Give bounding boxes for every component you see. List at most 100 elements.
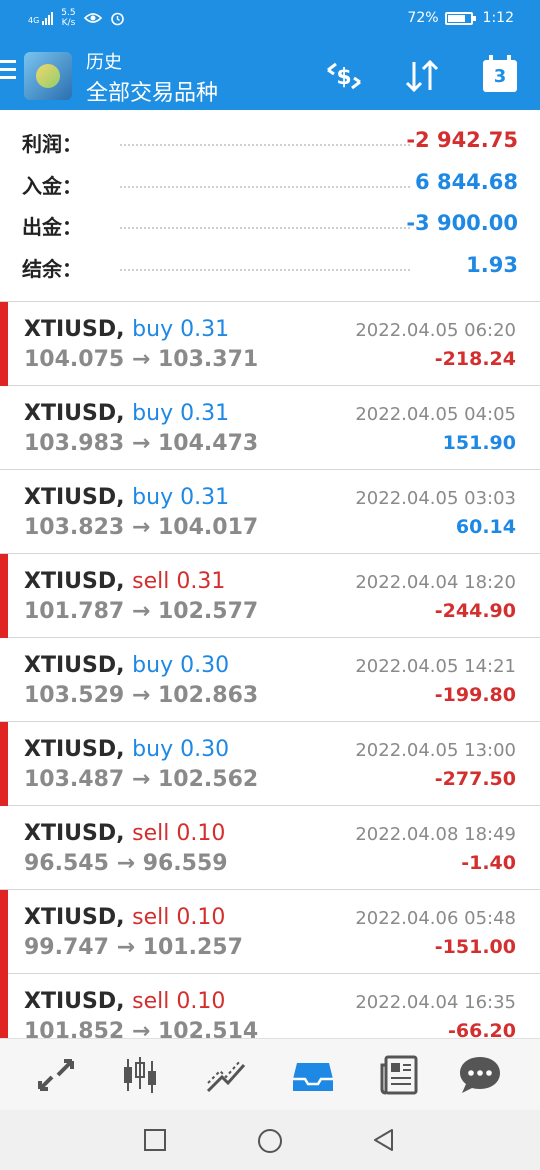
app-logo (24, 52, 72, 100)
trade-title: XTIUSD, buy 0.31 (24, 401, 229, 426)
close-price: 96.559 (142, 851, 228, 876)
trade-symbol: XTIUSD, (24, 569, 125, 594)
arrow-icon: → (131, 1019, 151, 1038)
network-speed: 5.5 K/s (61, 8, 75, 28)
history-summary: 利润： -2 942.75 入金： 6 844.68 出金： -3 900.00 结余： 1.… (0, 124, 540, 290)
arrow-icon: → (131, 515, 151, 540)
signal-icon: 4G (28, 11, 54, 25)
trade-row[interactable]: XTIUSD, buy 0.31 104.075 → 103.371 2022.04… (0, 302, 540, 386)
trade-symbol: XTIUSD, (24, 317, 125, 342)
trade-profit: -151.00 (434, 936, 516, 958)
status-left: 4G 5.5 K/s (28, 8, 125, 28)
dotted-leader (120, 185, 410, 188)
trade-profit: -199.80 (434, 684, 516, 706)
bottom-navigation (0, 1038, 540, 1110)
open-price: 101.787 (24, 599, 125, 624)
close-price: 104.473 (157, 431, 259, 456)
trade-prices: 103.823 → 104.017 (24, 515, 258, 540)
system-navigation-bar (0, 1110, 540, 1170)
arrow-icon: → (131, 767, 151, 792)
trade-prices: 99.747 → 101.257 (24, 935, 243, 960)
symbol-filter-title[interactable]: 全部交易品种 (86, 75, 218, 107)
summary-label: 结余： (22, 256, 82, 281)
recent-apps-button[interactable] (143, 1128, 167, 1152)
dotted-leader (120, 227, 410, 229)
close-price: 103.371 (157, 347, 259, 372)
trade-prices: 101.852 → 102.514 (24, 1019, 258, 1038)
loss-marker (0, 890, 8, 974)
candlestick-chart-icon[interactable] (118, 1053, 162, 1097)
trade-side-volume: buy 0.31 (132, 401, 230, 426)
trade-side-volume: sell 0.10 (132, 905, 226, 930)
trade-time: 2022.04.05 13:00 (355, 740, 516, 761)
trade-profit: -1.40 (461, 852, 516, 874)
trade-row[interactable]: XTIUSD, buy 0.30 103.529 → 102.863 2022.04… (0, 638, 540, 722)
trade-symbol: XTIUSD, (24, 905, 125, 930)
chat-icon[interactable] (458, 1053, 502, 1097)
history-inbox-icon[interactable] (291, 1053, 335, 1097)
calendar-icon[interactable]: 3 (483, 55, 517, 92)
trade-row[interactable]: XTIUSD, sell 0.10 101.852 → 102.514 2022.0… (0, 974, 540, 1038)
summary-row: 出金： -3 900.00 (0, 207, 540, 249)
summary-label: 利润： (22, 132, 82, 156)
trade-side-volume: buy 0.31 (132, 317, 230, 342)
menu-icon[interactable] (0, 60, 16, 82)
summary-value: 6 844.68 (415, 169, 518, 194)
open-price: 103.487 (24, 767, 125, 792)
trade-row[interactable]: XTIUSD, buy 0.30 103.487 → 102.562 2022.04… (0, 722, 540, 806)
battery-percent: 72% (407, 10, 439, 26)
arrow-icon: → (131, 599, 151, 624)
trade-profit: -277.50 (434, 768, 516, 790)
trade-chart-icon[interactable] (204, 1053, 248, 1097)
trade-row[interactable]: XTIUSD, buy 0.31 103.983 → 104.473 2022.04… (0, 386, 540, 470)
alarm-clock-icon (110, 12, 124, 25)
close-price: 102.562 (157, 767, 259, 792)
close-price: 102.577 (157, 599, 259, 624)
open-price: 104.075 (24, 347, 125, 372)
sort-icon[interactable] (402, 56, 442, 96)
back-button[interactable] (372, 1128, 396, 1152)
trade-side-volume: sell 0.31 (132, 569, 226, 594)
trade-profit: -218.24 (434, 348, 516, 370)
summary-label: 入金： (22, 173, 82, 198)
trade-history-list[interactable]: XTIUSD, buy 0.31 104.075 → 103.371 2022.04… (0, 302, 540, 1038)
home-button[interactable] (257, 1128, 283, 1154)
trade-row[interactable]: XTIUSD, sell 0.10 99.747 → 101.257 2022.04… (0, 890, 540, 974)
trade-prices: 103.983 → 104.473 (24, 431, 258, 456)
trade-prices: 104.075 → 103.371 (24, 347, 258, 372)
news-icon[interactable] (378, 1053, 422, 1097)
loss-marker (0, 302, 8, 386)
eye-icon (83, 13, 102, 23)
toolbar: 历史 全部交易品种 $ 3 (0, 38, 540, 110)
trade-title: XTIUSD, buy 0.31 (24, 485, 229, 510)
close-price: 101.257 (142, 935, 243, 960)
dotted-leader (120, 268, 410, 271)
open-price: 99.747 (24, 935, 109, 960)
trade-symbol: XTIUSD, (24, 737, 125, 762)
battery-icon (444, 11, 476, 25)
arrow-icon: → (131, 347, 151, 372)
summary-value: 1.93 (466, 252, 518, 277)
battery-fill (447, 14, 465, 22)
status-bar: 4G 5.5 K/s 72% 1:12 (0, 0, 540, 38)
trade-profit: -244.90 (434, 600, 516, 622)
loss-marker (0, 554, 8, 638)
page-subtitle: 历史 (86, 52, 122, 73)
quotes-arrows-icon[interactable] (34, 1053, 78, 1097)
trade-title: XTIUSD, buy 0.31 (24, 317, 229, 342)
trade-time: 2022.04.05 14:21 (355, 656, 516, 677)
trade-side-volume: sell 0.10 (132, 989, 226, 1014)
trade-row[interactable]: XTIUSD, sell 0.10 96.545 → 96.559 2022.04.… (0, 806, 540, 890)
trade-row[interactable]: XTIUSD, sell 0.31 101.787 → 102.577 2022.0… (0, 554, 540, 638)
network-speed-unit: K/s (61, 18, 76, 28)
trade-title: XTIUSD, buy 0.30 (24, 737, 229, 762)
deposit-filter-icon[interactable]: $ (324, 56, 364, 96)
trade-profit: 151.90 (442, 432, 516, 454)
close-price: 102.863 (157, 683, 259, 708)
trade-time: 2022.04.05 06:20 (355, 320, 516, 341)
trade-row[interactable]: XTIUSD, buy 0.31 103.823 → 104.017 2022.04… (0, 470, 540, 554)
summary-row: 结余： 1.93 (0, 249, 540, 291)
summary-value: -2 942.75 (406, 128, 518, 152)
trade-side-volume: buy 0.30 (132, 653, 230, 678)
arrow-icon: → (131, 683, 151, 708)
